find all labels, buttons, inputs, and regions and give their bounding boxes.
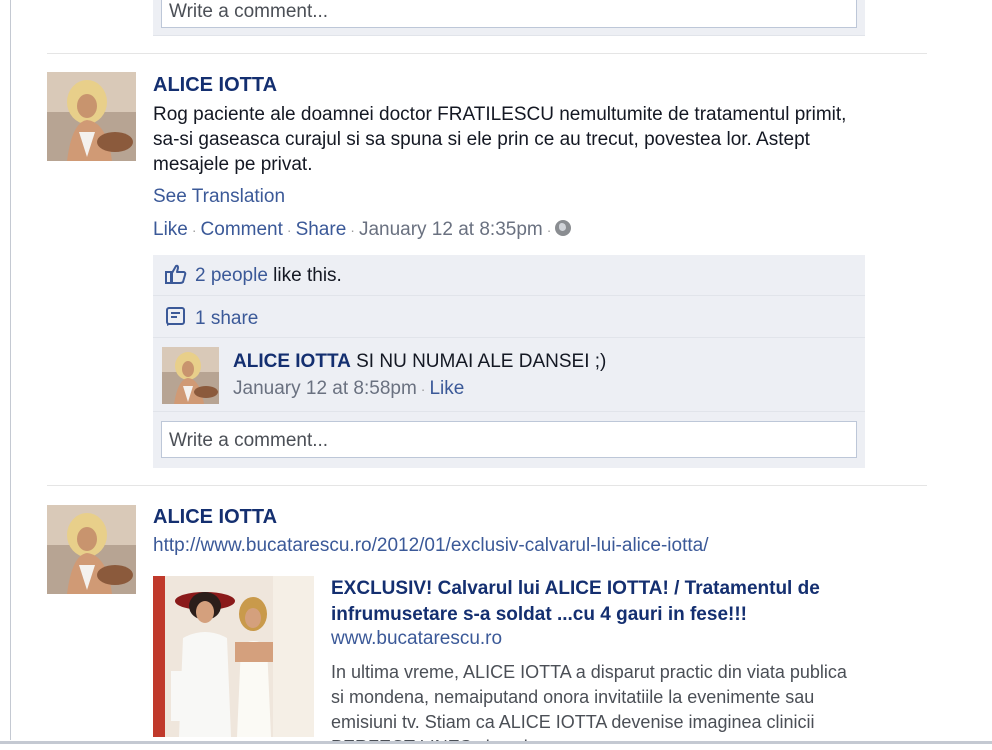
write-comment-input[interactable]: Write a comment...: [161, 0, 857, 28]
shared-link-domain[interactable]: www.bucatarescu.ro: [331, 628, 502, 650]
share-link[interactable]: Share: [296, 219, 347, 240]
comment-author-name[interactable]: ALICE IOTTA: [233, 351, 351, 372]
comment-item: ALICE IOTTA SI NU NUMAI ALE DANSEI ;) Ja…: [153, 338, 865, 412]
likers-link[interactable]: 2 people: [195, 265, 268, 286]
author-avatar[interactable]: [47, 72, 136, 161]
write-comment-input[interactable]: Write a comment...: [161, 421, 857, 458]
separator-dot: ·: [546, 222, 552, 238]
shared-link-thumbnail[interactable]: [153, 576, 314, 737]
comment-link[interactable]: Comment: [201, 219, 283, 240]
shared-link-description: In ultima vreme, ALICE IOTTA a disparut …: [331, 662, 847, 750]
post-author-name[interactable]: ALICE IOTTA: [153, 506, 277, 529]
left-border: [10, 0, 11, 740]
comment-text: SI NU NUMAI ALE DANSEI ;): [350, 351, 607, 372]
previous-post-comment-area: Write a comment...: [153, 0, 865, 36]
comment-like-link[interactable]: Like: [429, 378, 464, 399]
separator-dot: ·: [191, 222, 197, 238]
write-comment-row: Write a comment...: [153, 412, 865, 468]
post-feedback-area: 2 people like this. 1 share ALICE IOTTA …: [153, 255, 865, 468]
share-icon: [165, 307, 187, 333]
commenter-avatar[interactable]: [162, 347, 219, 404]
see-translation-link[interactable]: See Translation: [153, 186, 285, 208]
shared-link-title[interactable]: EXCLUSIV! Calvarul lui ALICE IOTTA! / Tr…: [331, 576, 871, 628]
post-actions: Like · Comment · Share · January 12 at 8:35pm ·: [153, 219, 572, 241]
comment-body: ALICE IOTTA SI NU NUMAI ALE DANSEI ;) Ja…: [233, 348, 606, 403]
post-separator: [47, 53, 927, 54]
separator-dot: ·: [350, 222, 355, 238]
comment-timestamp[interactable]: January 12 at 8:58pm: [233, 378, 417, 399]
author-avatar[interactable]: [47, 505, 136, 594]
shares-link[interactable]: 1 share: [195, 308, 258, 329]
post-timestamp[interactable]: January 12 at 8:35pm: [359, 219, 543, 240]
bottom-border: [0, 741, 992, 750]
separator-dot: ·: [286, 222, 292, 238]
post-text: Rog paciente ale doamnei doctor FRATILES…: [153, 104, 847, 175]
post-author-name[interactable]: ALICE IOTTA: [153, 74, 277, 97]
separator-dot: ·: [420, 381, 426, 397]
shares-row: 1 share: [153, 296, 865, 338]
shared-url-link[interactable]: http://www.bucatarescu.ro/2012/01/exclus…: [153, 535, 708, 557]
like-link[interactable]: Like: [153, 219, 188, 240]
post-separator: [47, 485, 927, 486]
thumbs-up-icon: [165, 264, 187, 290]
globe-icon[interactable]: [555, 220, 572, 236]
likes-row: 2 people like this.: [153, 255, 865, 296]
likes-suffix: like this.: [267, 265, 342, 286]
